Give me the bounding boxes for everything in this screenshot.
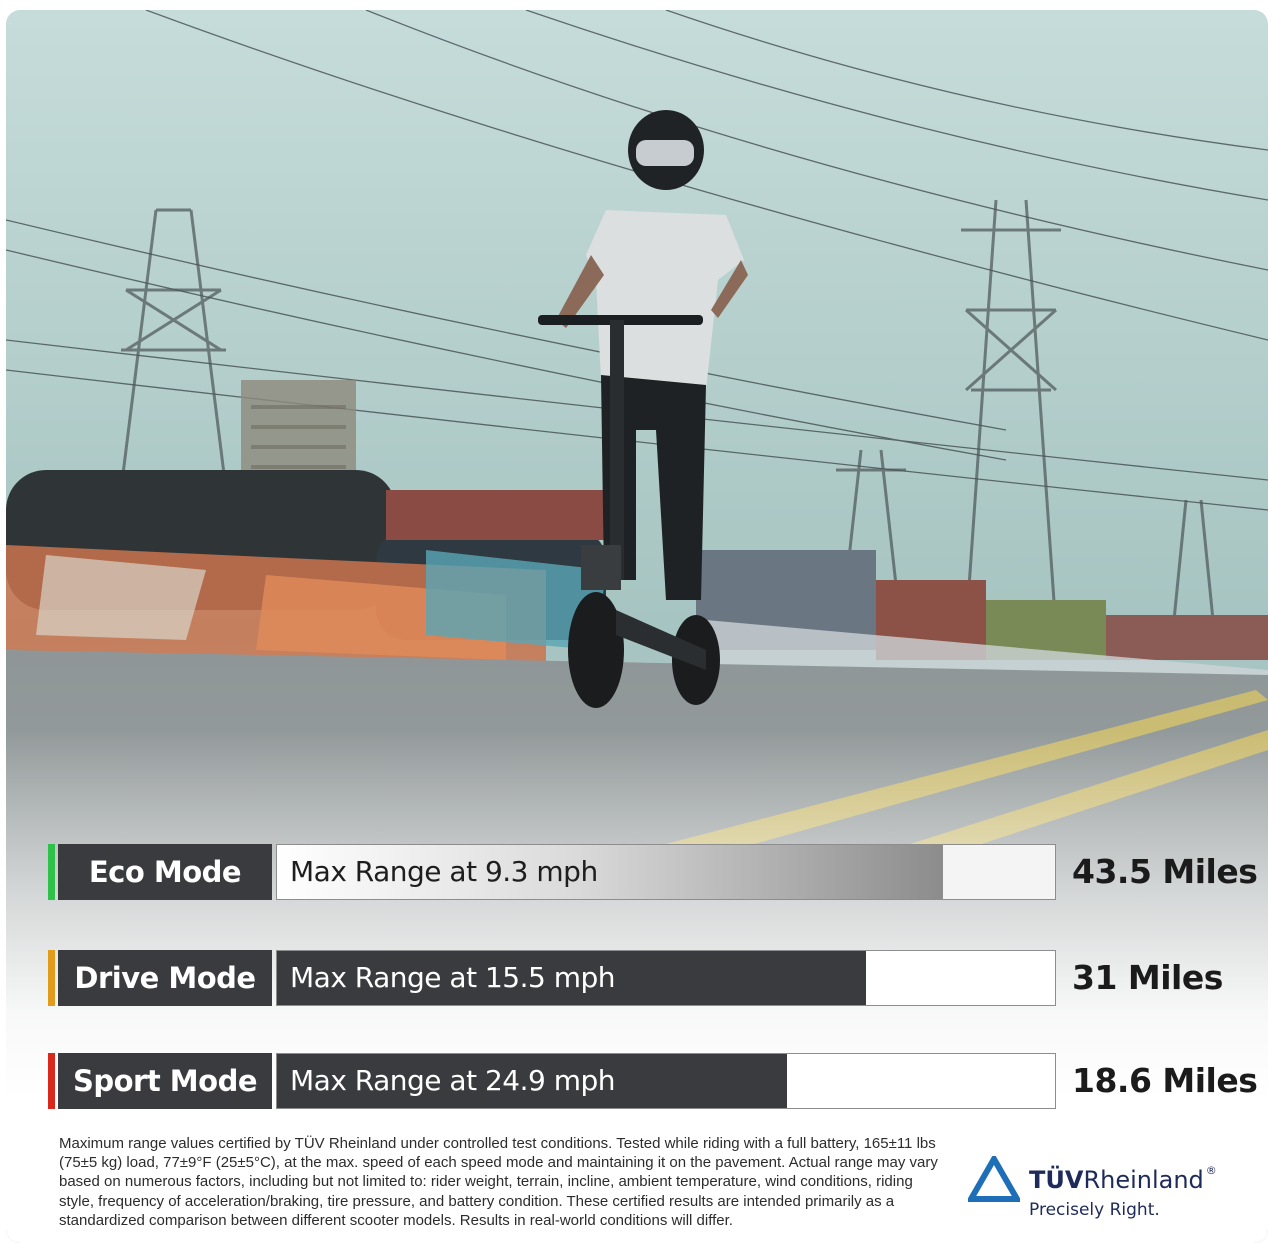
range-bar: Max Range at 15.5 mph — [276, 950, 1056, 1006]
tuv-brand-bold: TÜV — [1029, 1166, 1084, 1194]
certification-disclaimer: Maximum range values certified by TÜV Rh… — [59, 1135, 938, 1229]
range-bar-label: Max Range at 15.5 mph — [290, 961, 616, 994]
range-bar: Max Range at 9.3 mph — [276, 844, 1056, 900]
mode-label: Sport Mode — [58, 1053, 272, 1109]
range-value: 18.6 Miles — [1072, 1061, 1258, 1100]
registered-mark: ® — [1205, 1164, 1217, 1177]
product-range-banner: Eco Mode Max Range at 9.3 mph 43.5 Miles… — [6, 10, 1268, 1243]
mode-row-eco: Eco Mode Max Range at 9.3 mph 43.5 Miles — [48, 844, 1258, 900]
drive-accent-stripe — [48, 950, 55, 1006]
range-bar-label: Max Range at 24.9 mph — [290, 1064, 616, 1097]
tuv-slogan: Precisely Right. — [1029, 1200, 1160, 1220]
range-bar: Max Range at 24.9 mph — [276, 1053, 1056, 1109]
mode-row-drive: Drive Mode Max Range at 15.5 mph 31 Mile… — [48, 950, 1248, 1006]
tuv-brand-regular: Rheinland — [1083, 1166, 1204, 1194]
tuv-brand-name: TÜVRheinland ® — [1029, 1164, 1217, 1194]
range-value: 43.5 Miles — [1072, 852, 1258, 891]
sport-accent-stripe — [48, 1053, 55, 1109]
tuv-triangle-icon — [968, 1156, 1020, 1202]
eco-accent-stripe — [48, 844, 55, 900]
range-bar-label: Max Range at 9.3 mph — [290, 855, 598, 888]
range-value: 31 Miles — [1072, 958, 1223, 997]
mode-label: Eco Mode — [58, 844, 272, 900]
mode-label: Drive Mode — [58, 950, 272, 1006]
tuv-rheinland-logo: TÜVRheinland ® Precisely Right. — [968, 1156, 1238, 1226]
mode-row-sport: Sport Mode Max Range at 24.9 mph 18.6 Mi… — [48, 1053, 1258, 1109]
